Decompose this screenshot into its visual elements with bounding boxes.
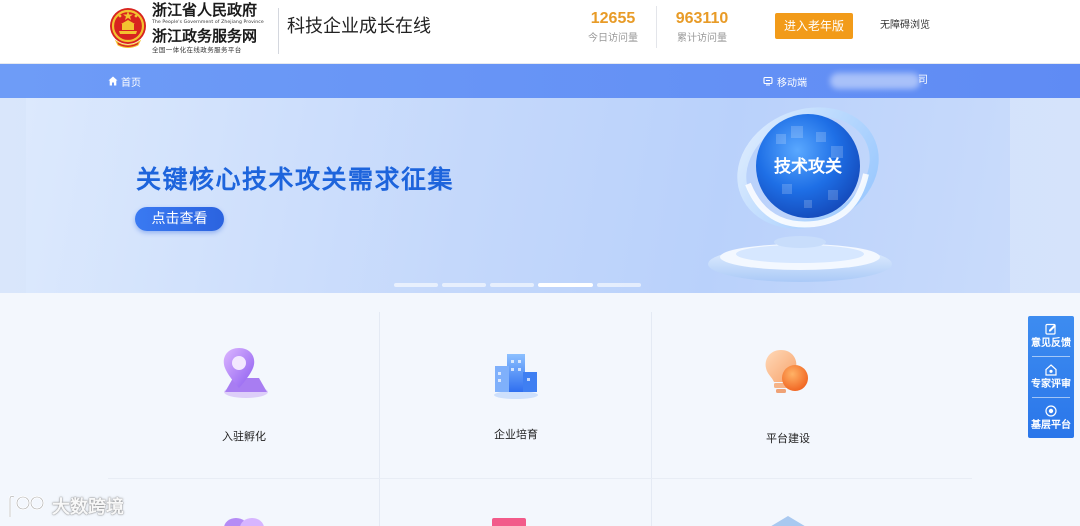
location-pin-icon [223, 348, 268, 398]
carousel-dot[interactable] [597, 283, 641, 287]
stat-value: 12655 [590, 10, 636, 27]
tile-peek-icon [771, 516, 805, 526]
national-emblem-icon [110, 8, 146, 48]
carousel-dot[interactable] [442, 283, 486, 287]
expert-review-button[interactable]: 专家评审 [1028, 357, 1074, 397]
tile-platform-building[interactable]: 平台建设 [652, 312, 924, 478]
grassroots-platform-button[interactable]: 基层平台 [1028, 398, 1074, 438]
elder-mode-button[interactable]: 进入老年版 [775, 13, 853, 39]
header-divider [278, 8, 279, 54]
site-title[interactable]: 科技企业成长在线 [287, 15, 431, 39]
gov-name: 浙江省人民政府 [152, 1, 258, 19]
buildings-icon [494, 354, 538, 399]
service-tiles: 入驻孵化 企业培育 平台建设 [108, 312, 972, 526]
mobile-icon [763, 76, 773, 86]
tile-peek-icon [492, 518, 526, 526]
service-name: 浙江政务服务网 [152, 27, 258, 45]
government-branding: 浙江省人民政府 The People's Government of Zheji… [152, 1, 274, 55]
tile-enterprise-cultivation[interactable]: 企业培育 [380, 312, 652, 478]
stat-value: 963110 [675, 10, 729, 27]
nav-mobile-label: 移动端 [777, 77, 807, 89]
carousel-dot-active[interactable] [538, 282, 593, 287]
watermark-logo-icon [8, 495, 45, 517]
accessibility-link[interactable]: 无障碍浏览 [880, 18, 930, 34]
nav-bar: 首页 移动端 司 [0, 64, 1080, 98]
carousel-dot[interactable] [394, 283, 438, 287]
nav-mobile-link[interactable]: 移动端 [763, 73, 807, 89]
banner-title: 关键核心技术攻关需求征集 [136, 165, 455, 194]
floating-service-panel: 意见反馈 专家评审 基层平台 [1028, 316, 1074, 438]
feedback-edit-icon [1045, 323, 1056, 335]
carousel-dot[interactable] [490, 283, 534, 287]
feedback-button[interactable]: 意见反馈 [1028, 316, 1074, 356]
globe-label: 技术攻关 [774, 156, 842, 177]
carousel-indicators [394, 282, 644, 287]
stat-divider [656, 6, 657, 48]
float-item-label: 专家评审 [1031, 379, 1071, 390]
lightbulb-icon [765, 350, 808, 393]
stat-label: 累计访问量 [677, 33, 727, 44]
stat-total-visits: 963110 累计访问量 [672, 8, 732, 46]
float-item-label: 意见反馈 [1031, 338, 1071, 349]
service-subtitle: 全国一体化在线政务服务平台 [152, 46, 242, 54]
float-item-label: 基层平台 [1031, 420, 1071, 431]
gov-english-name: The People's Government of Zhejiang Prov… [152, 20, 264, 25]
hero-banner[interactable]: 关键核心技术攻关需求征集 点击查看 技术攻关 [26, 98, 1010, 293]
nav-tail-text[interactable]: 司 [918, 73, 928, 89]
banner-view-button[interactable]: 点击查看 [135, 207, 224, 231]
stat-label: 今日访问量 [588, 33, 638, 44]
home-icon [108, 76, 118, 86]
tile-label: 入驻孵化 [222, 430, 266, 443]
nav-home-link[interactable]: 首页 [108, 73, 141, 89]
watermark: 大数跨境 [6, 490, 124, 522]
page: 浙江省人民政府 The People's Government of Zheji… [0, 0, 1080, 526]
site-header: 浙江省人民政府 The People's Government of Zheji… [0, 0, 1080, 64]
nav-home-label: 首页 [121, 77, 141, 89]
platform-circle-icon [1045, 405, 1057, 417]
tile-peek-icon [224, 518, 264, 526]
tile-incubation[interactable]: 入驻孵化 [108, 312, 380, 478]
watermark-text: 大数跨境 [52, 497, 124, 518]
tile-label: 企业培育 [494, 428, 538, 441]
stat-today-visits: 12655 今日访问量 [588, 8, 638, 46]
redacted-user-area [830, 73, 920, 89]
tile-divider [108, 478, 972, 479]
tile-label: 平台建设 [766, 432, 810, 445]
expert-home-icon [1045, 364, 1057, 376]
tech-globe-illustration: 技术攻关 [708, 107, 892, 282]
